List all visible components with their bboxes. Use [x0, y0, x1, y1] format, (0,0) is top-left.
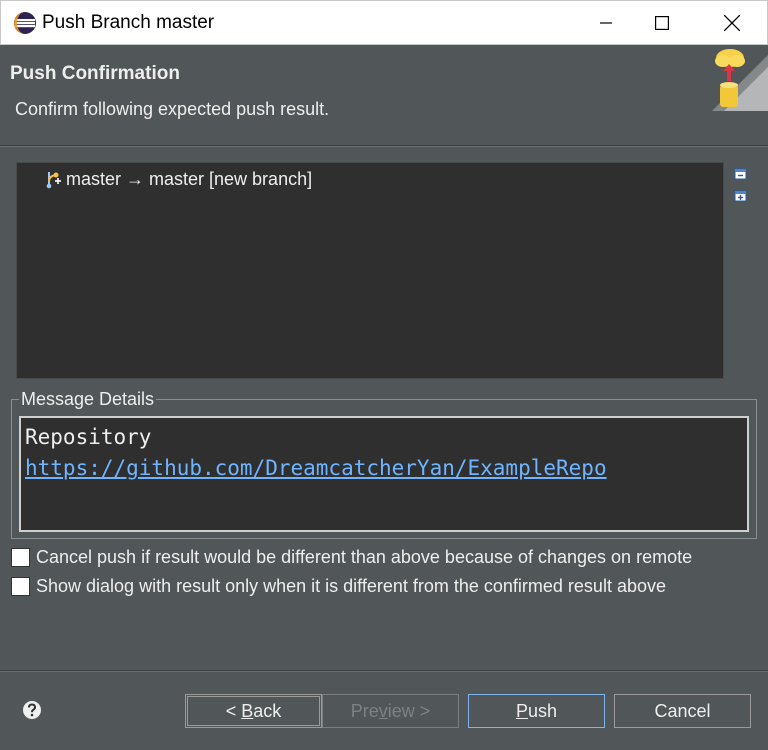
push-result-tree[interactable]: master → master [new branch] [16, 162, 724, 379]
push-banner-icon [712, 49, 768, 111]
cancel-button[interactable]: Cancel [614, 694, 751, 728]
page-description: Confirm following expected push result. [15, 99, 330, 119]
tree-item-label: master → master [new branch] [66, 168, 313, 189]
close-icon [724, 15, 740, 31]
back-prefix: < [225, 700, 242, 721]
tree-item[interactable]: master → master [new branch] [43, 167, 312, 191]
page-title: Push Confirmation [10, 63, 180, 84]
expand-all-icon[interactable] [733, 188, 749, 204]
show-dialog-label: Show dialog with result only when it is … [36, 575, 666, 596]
cancel-label: Cancel [654, 700, 711, 721]
push-rest: ush [527, 700, 558, 721]
preview-prefix: Pre [350, 700, 379, 721]
back-rest: ack [253, 700, 282, 721]
show-dialog-checkbox[interactable] [11, 576, 30, 596]
window-title: Push Branch master [42, 12, 215, 33]
collapse-all-icon[interactable] [733, 166, 749, 182]
preview-rest: iew > [387, 700, 431, 721]
push-button[interactable]: Push [468, 694, 605, 728]
maximize-icon [655, 16, 669, 30]
maximize-button[interactable] [639, 1, 685, 45]
repository-label: Repository [25, 425, 152, 449]
message-details-legend: Message Details [19, 389, 157, 410]
push-mnemonic: P [515, 700, 528, 721]
close-button[interactable] [709, 1, 755, 45]
title-bar: Push Branch master [0, 0, 768, 45]
eclipse-icon [14, 12, 36, 34]
preview-mnemonic: v [378, 700, 388, 721]
cancel-push-checkbox[interactable] [11, 547, 30, 567]
wizard-header: Push Confirmation Confirm following expe… [0, 45, 768, 145]
minimize-button[interactable] [583, 1, 629, 45]
cancel-push-option[interactable]: Cancel push if result would be different… [11, 546, 692, 568]
help-icon[interactable] [22, 700, 42, 720]
minimize-icon [600, 22, 612, 24]
preview-button[interactable]: Pre v iew > [322, 694, 459, 728]
message-details-text[interactable]: Repository https://github.com/Dreamcatch… [19, 416, 749, 532]
cancel-push-label: Cancel push if result would be different… [36, 546, 693, 567]
header-separator [0, 145, 768, 147]
repository-link[interactable]: https://github.com/DreamcatcherYan/Examp… [25, 453, 743, 484]
back-button[interactable]: < Back [185, 694, 322, 728]
branch-icon [46, 172, 61, 189]
footer-separator [0, 670, 768, 672]
show-dialog-option[interactable]: Show dialog with result only when it is … [11, 575, 666, 597]
back-mnemonic: B [241, 700, 254, 721]
